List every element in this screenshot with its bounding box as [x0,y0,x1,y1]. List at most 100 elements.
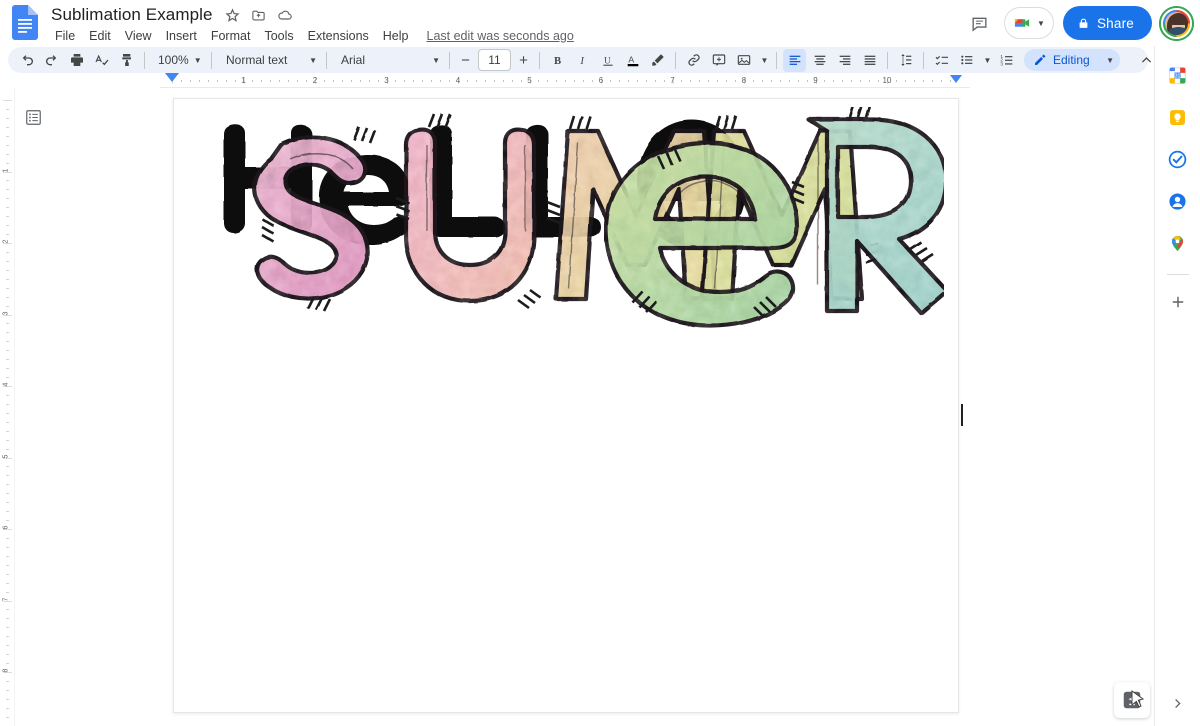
text-color-button[interactable]: A [621,49,644,72]
ruler-minor-tick [225,80,227,82]
last-edit-status[interactable]: Last edit was seconds ago [427,29,574,43]
vruler-minor-tick [6,716,9,718]
vruler-minor-tick [6,117,9,119]
paint-format-icon[interactable] [115,49,138,72]
toolbar-divider [887,51,888,69]
menu-tools[interactable]: Tools [257,26,300,46]
menu-insert[interactable]: Insert [159,26,204,46]
expand-side-panel-button[interactable] [1164,690,1190,716]
menu-format[interactable]: Format [204,26,258,46]
sidebar-item-maps[interactable] [1161,226,1195,260]
ruler-minor-tick [341,80,343,82]
menu-help[interactable]: Help [376,26,416,46]
comment-history-icon[interactable] [963,7,995,39]
vruler-minor-tick [6,520,9,522]
horizontal-ruler[interactable]: 1 2 3 4 5 6 7 8 9 10 [160,73,970,88]
line-spacing-icon[interactable] [894,49,917,72]
menu-extensions[interactable]: Extensions [301,26,376,46]
vruler-minor-tick [6,636,9,638]
google-docs-window: Sublimation Example File Edit View Inser… [0,0,1200,726]
italic-button[interactable]: I [571,49,594,72]
menu-view[interactable]: View [118,26,159,46]
decrease-font-size-button[interactable]: − [455,50,476,71]
font-size-input[interactable]: 11 [478,49,511,71]
right-indent-marker[interactable] [950,75,962,83]
summer-letters-e-r[interactable] [604,107,944,442]
google-docs-logo[interactable] [12,5,38,40]
align-center-icon[interactable] [808,49,831,72]
undo-icon[interactable] [15,49,38,72]
insert-image-icon[interactable] [732,49,755,72]
star-icon[interactable] [224,6,242,24]
bulleted-list-icon[interactable] [955,49,978,72]
font-family-value: Arial [341,53,366,67]
ruler-number: 10 [882,76,892,85]
left-indent-marker[interactable] [165,73,179,82]
sidebar-item-add-ons[interactable] [1161,285,1195,319]
zoom-selector[interactable]: 100% ▼ [150,49,206,72]
ruler-number: 8 [741,76,747,85]
ruler-minor-tick [297,80,299,82]
vruler-minor-tick [6,609,9,611]
vruler-minor-tick [6,180,9,182]
vruler-minor-tick [6,582,9,584]
align-justify-icon[interactable] [858,49,881,72]
sidebar-item-tasks[interactable] [1161,142,1195,176]
move-to-folder-icon[interactable] [250,6,268,24]
paragraph-style-selector[interactable]: Normal text ▼ [217,49,321,72]
ruler-minor-tick [431,80,433,82]
avatar[interactable] [1161,7,1192,39]
lock-icon [1079,18,1088,28]
increase-font-size-button[interactable]: + [513,50,534,71]
bulleted-list-dropdown[interactable]: ▼ [980,49,993,72]
google-tasks-icon [1168,150,1187,168]
underline-button[interactable]: U [596,49,619,72]
add-comment-icon[interactable] [707,49,730,72]
vruler-minor-tick [6,680,9,682]
align-right-icon[interactable] [833,49,856,72]
menu-edit[interactable]: Edit [82,26,118,46]
editing-mode-selector[interactable]: Editing ▼ [1024,49,1120,71]
ruler-number: 2 [312,76,318,85]
ruler-minor-tick [279,80,281,82]
ruler-minor-tick [851,80,853,82]
sidebar-item-contacts[interactable] [1161,184,1195,218]
google-contacts-icon [1169,192,1186,210]
share-button[interactable]: Share [1062,6,1152,40]
link-icon[interactable] [682,49,705,72]
spellcheck-icon[interactable] [90,49,113,72]
ruler-minor-tick [475,80,477,82]
align-left-icon[interactable] [783,48,806,72]
numbered-list-icon[interactable]: 123 [995,49,1018,72]
google-keep-icon [1170,109,1185,125]
document-outline-toggle[interactable] [19,103,47,131]
sidebar-item-calendar[interactable]: 31 [1161,58,1195,92]
sidebar-item-keep[interactable] [1161,100,1195,134]
vruler-minor-tick [6,430,9,432]
font-size-stepper: − 11 + [455,49,534,71]
page-title[interactable]: Sublimation Example [48,4,216,26]
explore-button[interactable] [1114,682,1150,718]
ruler-minor-tick [824,80,826,82]
ruler-minor-tick [574,80,576,82]
menu-file[interactable]: File [48,26,82,46]
toolbar-divider [449,51,450,69]
cloud-saved-icon[interactable] [276,6,294,24]
redo-icon[interactable] [40,49,63,72]
insert-image-dropdown[interactable]: ▼ [757,49,770,72]
font-family-selector[interactable]: Arial ▼ [332,49,444,72]
document-page[interactable] [173,98,963,713]
editing-mode-label: Editing [1053,53,1090,67]
vertical-ruler[interactable]: 1 2 3 4 5 6 7 8 [0,88,15,726]
vruler-major-tick [3,100,12,101]
ruler-minor-tick [440,80,442,82]
ruler-minor-tick [940,80,942,82]
vruler-minor-tick [6,707,9,709]
checklist-icon[interactable] [930,49,953,72]
google-meet-button[interactable]: ▼ [1004,7,1054,39]
ruler-minor-tick [449,80,451,82]
bold-button[interactable]: B [546,49,569,72]
highlight-pen-icon[interactable] [646,49,669,72]
ruler-minor-tick [735,80,737,82]
print-icon[interactable] [65,49,88,72]
